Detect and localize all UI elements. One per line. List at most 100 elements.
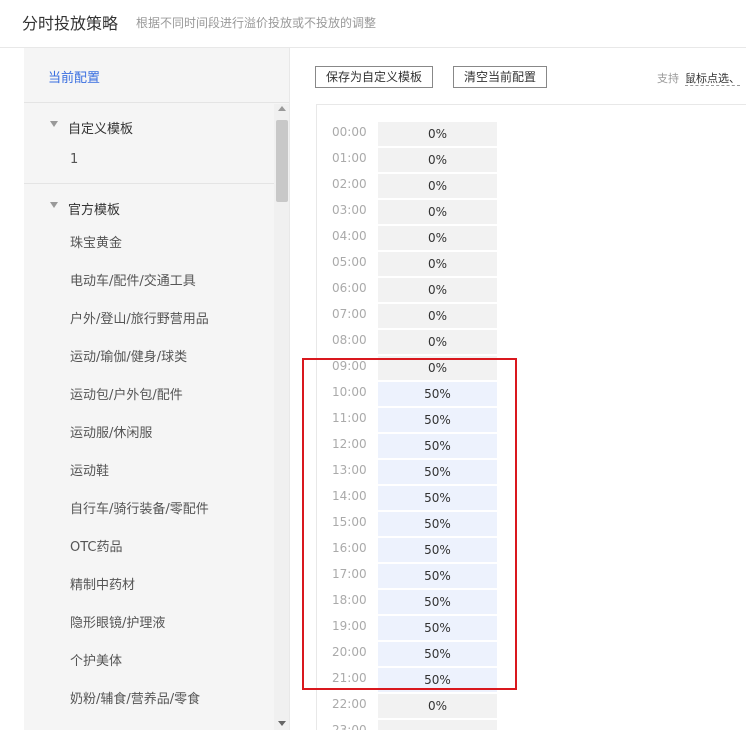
- hour-label: 09:00: [332, 359, 367, 373]
- hour-label: 08:00: [332, 333, 367, 347]
- bid-ratio-cell[interactable]: 0%: [378, 226, 497, 250]
- bid-ratio-cell[interactable]: 50%: [378, 590, 497, 614]
- schedule-row: 10:00 50%: [317, 381, 746, 407]
- support-hint: 支持 鼠标点选、: [657, 70, 740, 86]
- hour-label: 01:00: [332, 151, 367, 165]
- hour-label: 14:00: [332, 489, 367, 503]
- bid-ratio-cell[interactable]: 0%: [378, 122, 497, 146]
- hour-label: 04:00: [332, 229, 367, 243]
- bid-ratio-cell[interactable]: 50%: [378, 564, 497, 588]
- caret-down-icon: [50, 202, 58, 208]
- official-template-item[interactable]: 运动包/户外包/配件: [70, 384, 183, 403]
- schedule-row: 23:00: [317, 719, 746, 730]
- official-template-item[interactable]: 精制中药材: [70, 574, 135, 593]
- scroll-down-arrow-icon[interactable]: [278, 721, 286, 726]
- mouse-select-hint: 鼠标点选、: [685, 72, 740, 86]
- schedule-row: 18:00 50%: [317, 589, 746, 615]
- bid-ratio-cell[interactable]: 50%: [378, 668, 497, 692]
- bid-ratio-cell[interactable]: 0%: [378, 148, 497, 172]
- schedule-row: 21:00 50%: [317, 667, 746, 693]
- schedule-row: 02:00 0%: [317, 173, 746, 199]
- template-sidebar: 当前配置 自定义模板 1 官方模板 珠宝黄金电动车/配件/交通工具 户外/登山/旅…: [24, 48, 290, 730]
- bid-ratio-cell[interactable]: 50%: [378, 616, 497, 640]
- official-template-item[interactable]: 运动鞋: [70, 460, 109, 479]
- bid-ratio-cell[interactable]: 50%: [378, 642, 497, 666]
- hour-label: 10:00: [332, 385, 367, 399]
- schedule-row: 15:00 50%: [317, 511, 746, 537]
- official-template-item[interactable]: 运动/瑜伽/健身/球类: [70, 346, 187, 365]
- save-as-template-button[interactable]: 保存为自定义模板: [315, 66, 434, 88]
- current-config-tab[interactable]: 当前配置: [24, 48, 289, 103]
- hour-label: 05:00: [332, 255, 367, 269]
- hour-label: 07:00: [332, 307, 367, 321]
- bid-ratio-cell[interactable]: [378, 720, 497, 730]
- hour-label: 11:00: [332, 411, 367, 425]
- official-template-label: 官方模板: [68, 203, 121, 218]
- hour-label: 00:00: [332, 125, 367, 139]
- hour-label: 13:00: [332, 463, 367, 477]
- bid-ratio-cell[interactable]: 0%: [378, 304, 497, 328]
- scroll-up-arrow-icon[interactable]: [278, 106, 286, 111]
- schedule-row: 14:00 50%: [317, 485, 746, 511]
- official-template-group[interactable]: 官方模板: [24, 197, 274, 221]
- custom-template-label: 自定义模板: [68, 122, 134, 137]
- schedule-row: 20:00 50%: [317, 641, 746, 667]
- schedule-row: 09:00 0%: [317, 355, 746, 381]
- schedule-grid: 00:00 0% 01:00 0% 02:00 0% 03:00 0% 04:00 0% 05:00…: [316, 104, 746, 730]
- hour-label: 22:00: [332, 697, 367, 711]
- page-subtitle: 根据不同时间段进行溢价投放或不投放的调整: [136, 16, 377, 30]
- hour-label: 17:00: [332, 567, 367, 581]
- schedule-row: 22:00 0%: [317, 693, 746, 719]
- bid-ratio-cell[interactable]: 50%: [378, 460, 497, 484]
- hour-label: 03:00: [332, 203, 367, 217]
- schedule-row: 01:00 0%: [317, 147, 746, 173]
- custom-template-item[interactable]: 1: [70, 152, 78, 167]
- official-template-item[interactable]: OTC药品: [70, 536, 123, 555]
- official-template-item[interactable]: 户外/登山/旅行野营用品: [70, 308, 209, 327]
- current-config-label: 当前配置: [48, 71, 101, 86]
- bid-ratio-cell[interactable]: 50%: [378, 512, 497, 536]
- official-template-item[interactable]: 运动服/休闲服: [70, 422, 152, 441]
- schedule-row: 19:00 50%: [317, 615, 746, 641]
- bid-ratio-cell[interactable]: 50%: [378, 408, 497, 432]
- official-template-item[interactable]: 珠宝黄金: [70, 232, 122, 251]
- custom-template-group[interactable]: 自定义模板: [24, 116, 274, 140]
- hour-label: 12:00: [332, 437, 367, 451]
- sidebar-scrollbar[interactable]: [274, 104, 289, 730]
- bid-ratio-cell[interactable]: 0%: [378, 330, 497, 354]
- schedule-toolbar: 保存为自定义模板 清空当前配置 支持 鼠标点选、: [291, 48, 746, 104]
- page-header: 分时投放策略 根据不同时间段进行溢价投放或不投放的调整: [0, 0, 746, 48]
- schedule-row: 03:00 0%: [317, 199, 746, 225]
- schedule-row: 16:00 50%: [317, 537, 746, 563]
- scrollbar-thumb[interactable]: [276, 120, 288, 202]
- official-template-item[interactable]: 个护美体: [70, 650, 122, 669]
- bid-ratio-cell[interactable]: 0%: [378, 278, 497, 302]
- hour-label: 02:00: [332, 177, 367, 191]
- official-template-item[interactable]: 电动车/配件/交通工具: [70, 270, 196, 289]
- schedule-row: 08:00 0%: [317, 329, 746, 355]
- bid-ratio-cell[interactable]: 0%: [378, 200, 497, 224]
- bid-ratio-cell[interactable]: 50%: [378, 538, 497, 562]
- bid-ratio-cell[interactable]: 50%: [378, 382, 497, 406]
- schedule-row: 11:00 50%: [317, 407, 746, 433]
- hour-label: 16:00: [332, 541, 367, 555]
- bid-ratio-cell[interactable]: 50%: [378, 434, 497, 458]
- schedule-row: 17:00 50%: [317, 563, 746, 589]
- bid-ratio-cell[interactable]: 0%: [378, 252, 497, 276]
- schedule-row: 07:00 0%: [317, 303, 746, 329]
- bid-ratio-cell[interactable]: 0%: [378, 694, 497, 718]
- hour-label: 21:00: [332, 671, 367, 685]
- bid-ratio-cell[interactable]: 0%: [378, 356, 497, 380]
- schedule-row: 05:00 0%: [317, 251, 746, 277]
- caret-down-icon: [50, 121, 58, 127]
- official-template-item[interactable]: 隐形眼镜/护理液: [70, 612, 165, 631]
- schedule-row: 12:00 50%: [317, 433, 746, 459]
- divider: [24, 183, 274, 184]
- clear-config-button[interactable]: 清空当前配置: [453, 66, 548, 88]
- official-template-item[interactable]: 奶粉/辅食/营养品/零食: [70, 688, 200, 707]
- bid-ratio-cell[interactable]: 50%: [378, 486, 497, 510]
- schedule-row: 06:00 0%: [317, 277, 746, 303]
- bid-ratio-cell[interactable]: 0%: [378, 174, 497, 198]
- official-template-item[interactable]: 自行车/骑行装备/零配件: [70, 498, 209, 517]
- support-prefix: 支持: [657, 72, 679, 85]
